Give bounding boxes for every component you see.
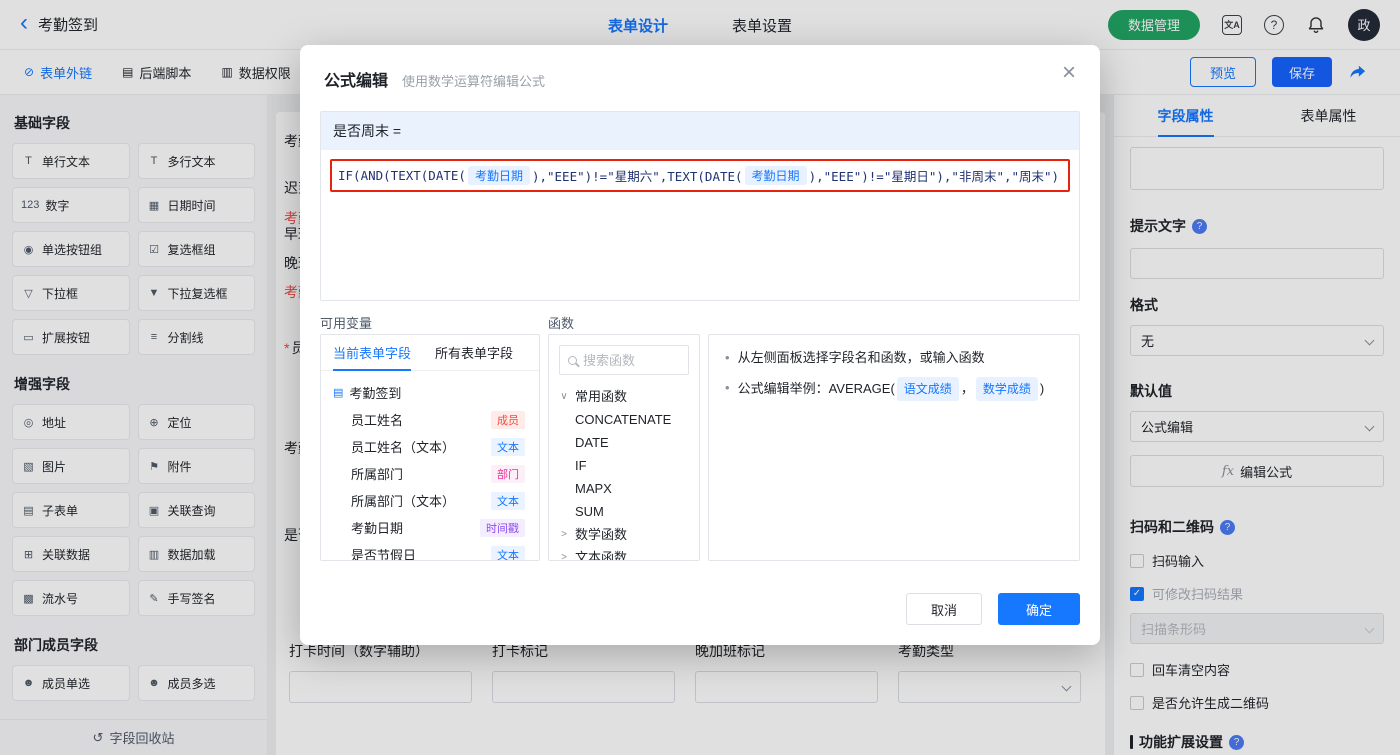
search-icon [568,355,577,365]
function-search[interactable] [559,345,689,375]
variables-tab[interactable]: 当前表单字段 [321,335,423,371]
close-icon[interactable]: × [1062,61,1076,85]
variable-item[interactable]: 是否节假日 文本 [321,541,539,561]
modal-header: 公式编辑 使用数学运算符编辑公式 × [300,45,1100,91]
variable-type-tag: 文本 [491,491,525,510]
tip-item: • 公式编辑举例：AVERAGE(语文成绩，数学成绩) [725,377,1063,401]
variable-type-tag: 成员 [491,410,525,429]
variable-item[interactable]: 员工姓名（文本） 文本 [321,433,539,460]
function-item[interactable]: MAPX [549,477,699,500]
formula-editor-modal: 公式编辑 使用数学运算符编辑公式 × 是否周末 = IF(AND(TEXT(DA… [300,45,1100,645]
variable-type-tag: 部门 [491,464,525,483]
variable-name: 是否节假日 [351,548,417,561]
tips-column: • 从左侧面板选择字段名和函数，或输入函数 • 公式编辑举例：AVERAGE(语文成绩… [708,313,1080,561]
chevron-down-icon: ∨ [560,391,568,402]
chevron-right-icon: > [561,552,567,561]
modal-columns: 可用变量 当前表单字段 所有表单字段 ▤ 考勤签到 员工姓名 成员 员工姓名（文本） 文本所… [320,313,1080,561]
tip-text: 从左侧面板选择字段名和函数，或输入函数 [737,350,985,365]
tip-item: • 从左侧面板选择字段名和函数，或输入函数 [725,347,1063,369]
modal-title: 公式编辑 [324,73,389,90]
function-item[interactable]: SUM [549,500,699,523]
formula-expression[interactable]: IF(AND(TEXT(DATE( 考勤日期 ),"EEE")!="星期六",T… [330,159,1070,192]
variables-tab[interactable]: 所有表单字段 [423,335,525,370]
variables-label: 可用变量 [320,316,373,331]
function-group[interactable]: ∨ 常用函数 [549,385,699,408]
formula-code-area[interactable]: IF(AND(TEXT(DATE( 考勤日期 ),"EEE")!="星期六",T… [321,150,1079,300]
function-group[interactable]: > 文本函数 [549,546,699,561]
variable-type-tag: 文本 [491,545,525,560]
variables-column: 可用变量 当前表单字段 所有表单字段 ▤ 考勤签到 员工姓名 成员 员工姓名（文本） 文本所… [320,313,540,561]
chevron-right-icon: > [561,529,567,540]
variable-item[interactable]: 所属部门（文本） 文本 [321,487,539,514]
bullet-icon: • [725,350,730,365]
variable-name: 员工姓名（文本） [351,440,456,455]
functions-label: 函数 [548,316,575,331]
variable-name: 所属部门（文本） [351,494,456,509]
variable-name: 所属部门 [351,467,404,482]
variable-name: 员工姓名 [351,413,404,428]
example-field-pill: 数学成绩 [975,377,1038,401]
variable-type-tag: 文本 [491,437,525,456]
bullet-icon: • [725,380,730,395]
formula-code-token: IF(AND(TEXT(DATE( [338,168,466,183]
function-group[interactable]: > 数学函数 [549,523,699,546]
variables-box: 当前表单字段 所有表单字段 ▤ 考勤签到 员工姓名 成员 员工姓名（文本） 文本 所属部门 部门… [320,334,540,561]
modal-subtitle: 使用数学运算符编辑公式 [402,74,546,89]
variable-tabs: 当前表单字段 所有表单字段 [321,335,539,371]
form-name: 考勤签到 [349,386,402,401]
formula-code-token: ),"EEE")!="星期日"),"非周末","周末") [808,169,1060,184]
tip-text: 公式编辑举例：AVERAGE(语文成绩，数学成绩) [738,377,1044,401]
formula-field-pill[interactable]: 考勤日期 [467,166,530,185]
tips-label-spacer [708,313,1080,334]
variable-list: ▤ 考勤签到 员工姓名 成员 员工姓名（文本） 文本 所属部门 部门 所属部门（文本） 文本 考勤日… [321,371,539,561]
modal-footer: 取消 确定 [906,593,1080,625]
document-icon: ▤ [333,387,344,399]
confirm-button[interactable]: 确定 [998,593,1080,625]
function-group-name: 文本函数 [575,550,628,561]
formula-field-pill[interactable]: 考勤日期 [744,166,807,185]
variable-form-name: ▤ 考勤签到 [321,379,539,406]
functions-box: ∨ 常用函数 CONCATENATEDATEIFMAPXSUM > 数学函数 > 文本函数 [548,334,700,561]
function-item[interactable]: DATE [549,431,699,454]
function-group-name: 数学函数 [575,527,628,542]
variable-item[interactable]: 考勤日期 时间戳 [321,514,539,541]
variable-name: 考勤日期 [351,521,404,536]
cancel-button[interactable]: 取消 [906,593,982,625]
formula-code-token: ),"EEE")!="星期六",TEXT(DATE( [531,169,743,184]
formula-editor: 是否周末 = IF(AND(TEXT(DATE( 考勤日期 ),"EEE")!=… [320,111,1080,301]
example-field-pill: 语文成绩 [896,377,959,401]
function-item[interactable]: CONCATENATE [549,408,699,431]
formula-tips: • 从左侧面板选择字段名和函数，或输入函数 • 公式编辑举例：AVERAGE(语文成绩… [708,334,1080,561]
formula-target: 是否周末 = [321,112,1079,150]
variable-item[interactable]: 所属部门 部门 [321,460,539,487]
variable-type-tag: 时间戳 [480,518,525,537]
function-item[interactable]: IF [549,454,699,477]
variable-item[interactable]: 员工姓名 成员 [321,406,539,433]
functions-column: 函数 ∨ 常用函数 CONCATENATEDATEIFMAPXSUM > 数学函数 > 文本… [548,313,700,561]
function-group-name: 常用函数 [575,389,628,404]
function-tree: ∨ 常用函数 CONCATENATE DATE IF MAPX SUM > 数学函数 > 文本函数 [549,385,699,561]
function-search-input[interactable] [583,352,680,368]
